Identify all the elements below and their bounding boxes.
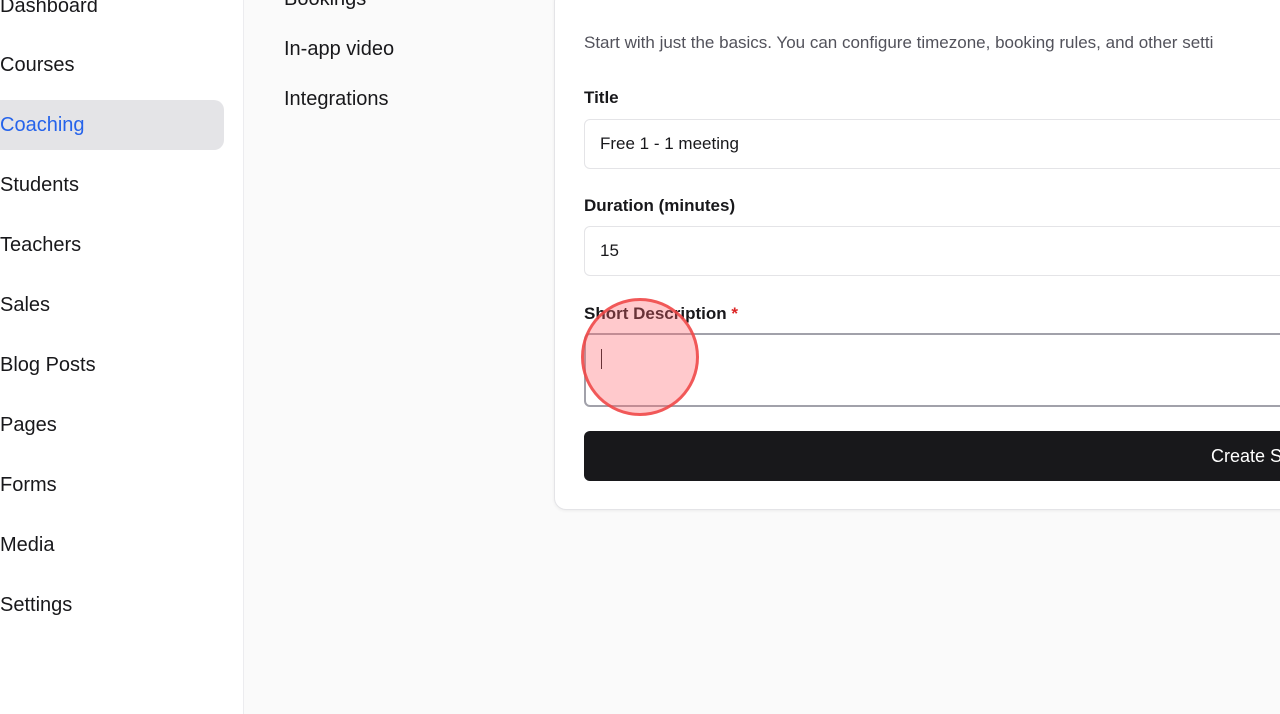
short-description-input[interactable] <box>584 333 1280 407</box>
create-session-button[interactable]: Create S <box>584 431 1280 481</box>
sidebar-item-settings[interactable]: Settings <box>0 580 224 630</box>
subnav-item-in-app-video[interactable]: In-app video <box>284 38 394 61</box>
sidebar-item-blog-posts[interactable]: Blog Posts <box>0 340 224 390</box>
text-caret <box>601 349 602 369</box>
duration-label: Duration (minutes) <box>584 196 736 215</box>
sidebar-item-courses[interactable]: Courses <box>0 40 224 90</box>
short-description-label-text: Short Description <box>584 304 727 323</box>
sidebar-item-pages[interactable]: Pages <box>0 400 224 450</box>
short-description-label: Short Description * <box>584 304 738 324</box>
subnav-item-integrations[interactable]: Integrations <box>284 88 389 111</box>
title-input-value: Free 1 - 1 meeting <box>600 134 739 153</box>
sidebar-item-students[interactable]: Students <box>0 160 224 210</box>
title-label: Title <box>584 88 619 107</box>
sidebar-item-coaching[interactable]: Coaching <box>0 100 224 150</box>
sidebar: Dashboard Courses Coaching Students Teac… <box>0 0 244 714</box>
sidebar-item-forms[interactable]: Forms <box>0 460 224 510</box>
required-mark: * <box>731 304 738 323</box>
sidebar-item-dashboard[interactable]: Dashboard <box>0 0 224 31</box>
form-intro-text: Start with just the basics. You can conf… <box>584 33 1214 52</box>
title-input[interactable]: Free 1 - 1 meeting <box>584 119 1280 169</box>
subnav-item-bookings[interactable]: Bookings <box>284 0 366 11</box>
create-session-button-label: Create S <box>1211 445 1280 466</box>
duration-input[interactable]: 15 <box>584 226 1280 276</box>
sidebar-item-teachers[interactable]: Teachers <box>0 220 224 270</box>
sidebar-item-media[interactable]: Media <box>0 520 224 570</box>
sidebar-item-sales[interactable]: Sales <box>0 280 224 330</box>
duration-input-value: 15 <box>600 241 619 260</box>
